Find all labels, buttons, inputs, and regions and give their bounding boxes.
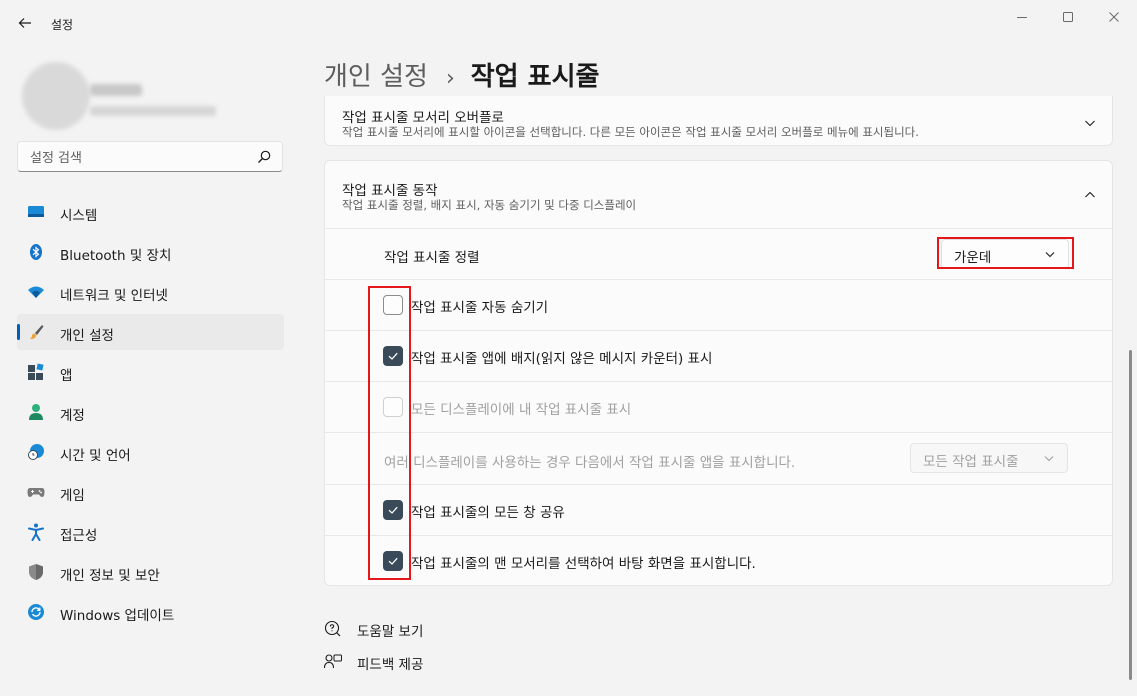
sidebar-item-time-language[interactable]: 시간 및 언어	[17, 434, 284, 470]
gamepad-icon	[27, 483, 45, 501]
main-content: 개인 설정 › 작업 표시줄 작업 표시줄 모서리 오버플로 작업 표시줄 모서…	[324, 48, 1113, 696]
breadcrumb-parent[interactable]: 개인 설정	[324, 56, 428, 93]
user-profile[interactable]	[22, 62, 282, 134]
title-bar: 설정	[0, 0, 1137, 48]
back-button[interactable]	[14, 12, 36, 34]
sidebar-item-personalization[interactable]: 개인 설정	[17, 314, 284, 350]
sidebar-item-label: 접근성	[60, 528, 98, 544]
sidebar-item-bluetooth[interactable]: Bluetooth 및 장치	[17, 234, 284, 270]
sidebar-item-system[interactable]: 시스템	[17, 194, 284, 230]
minimize-button[interactable]	[999, 6, 1045, 28]
share-windows-row: 작업 표시줄의 모든 창 공유	[325, 484, 1112, 535]
maximize-icon	[1063, 12, 1073, 22]
highlight-box-checkboxes	[368, 286, 411, 580]
sidebar: 시스템 Bluetooth 및 장치 네트워크 및 인터넷 개인 설정 앱	[0, 48, 300, 696]
sidebar-item-windows-update[interactable]: Windows 업데이트	[17, 594, 284, 630]
multi-display-dropdown[interactable]: 모든 작업 표시줄	[910, 443, 1068, 473]
highlight-box-dropdown	[937, 237, 1074, 269]
chevron-up-icon[interactable]	[1082, 187, 1098, 203]
alignment-label: 작업 표시줄 정렬	[384, 250, 480, 266]
feedback-icon	[324, 654, 342, 669]
brush-icon	[27, 323, 45, 341]
sidebar-item-accessibility[interactable]: 접근성	[17, 514, 284, 550]
help-label[interactable]: 도움말 보기	[357, 620, 423, 640]
sidebar-item-apps[interactable]: 앱	[17, 354, 284, 390]
card-header[interactable]: 작업 표시줄 동작 작업 표시줄 정렬, 배지 표시, 자동 숨기기 및 다중 …	[325, 161, 1112, 228]
sidebar-item-label: 앱	[60, 368, 73, 384]
auto-hide-row: 작업 표시줄 자동 숨기기	[325, 279, 1112, 330]
scrollbar[interactable]	[1129, 350, 1132, 680]
accessibility-icon	[27, 523, 45, 541]
sidebar-item-label: 게임	[60, 488, 85, 504]
search-input[interactable]	[28, 147, 252, 169]
apps-icon	[27, 363, 45, 381]
monitor-icon	[27, 203, 45, 221]
feedback-label[interactable]: 피드백 제공	[357, 653, 423, 673]
app-title: 설정	[51, 18, 74, 32]
back-arrow-icon	[18, 18, 31, 28]
sidebar-item-label: 네트워크 및 인터넷	[60, 288, 168, 304]
update-icon	[27, 603, 45, 621]
card-description: 작업 표시줄 모서리에 표시할 아이콘을 선택합니다. 다른 모든 아이콘은 작…	[342, 125, 919, 139]
badges-label[interactable]: 작업 표시줄 앱에 배지(읽지 않은 메시지 카운터) 표시	[411, 347, 712, 367]
sidebar-item-label: Bluetooth 및 장치	[60, 248, 172, 264]
shield-icon	[27, 563, 45, 581]
nav-list: 시스템 Bluetooth 및 장치 네트워크 및 인터넷 개인 설정 앱 계정…	[17, 194, 284, 634]
sidebar-item-label: 시스템	[60, 208, 98, 224]
dropdown-value: 모든 작업 표시줄	[923, 454, 1019, 470]
card-description: 작업 표시줄 정렬, 배지 표시, 자동 숨기기 및 다중 디스플레이	[342, 198, 637, 212]
maximize-button[interactable]	[1045, 6, 1091, 28]
badges-row: 작업 표시줄 앱에 배지(읽지 않은 메시지 카운터) 표시	[325, 330, 1112, 381]
person-icon	[27, 403, 45, 421]
share-windows-label[interactable]: 작업 표시줄의 모든 창 공유	[411, 501, 565, 521]
breadcrumb: 개인 설정 › 작업 표시줄	[324, 56, 599, 96]
avatar	[22, 62, 90, 130]
user-email-blurred	[90, 106, 216, 116]
sidebar-item-accounts[interactable]: 계정	[17, 394, 284, 430]
all-displays-row: 모든 디스플레이에 내 작업 표시줄 표시	[325, 381, 1112, 432]
search-icon[interactable]	[256, 149, 272, 165]
sidebar-item-gaming[interactable]: 게임	[17, 474, 284, 510]
page-title: 작업 표시줄	[470, 62, 600, 92]
search-box	[17, 141, 283, 172]
breadcrumb-separator: ›	[445, 66, 455, 91]
taskbar-overflow-card[interactable]: 작업 표시줄 모서리 오버플로 작업 표시줄 모서리에 표시할 아이콘을 선택합…	[324, 96, 1113, 146]
sidebar-item-network[interactable]: 네트워크 및 인터넷	[17, 274, 284, 310]
sidebar-item-privacy-security[interactable]: 개인 정보 및 보안	[17, 554, 284, 590]
bluetooth-icon	[27, 243, 45, 261]
help-icon	[324, 620, 341, 637]
multi-display-label: 여러 디스플레이를 사용하는 경우 다음에서 작업 표시줄 앱을 표시합니다.	[384, 455, 796, 471]
corner-desktop-label[interactable]: 작업 표시줄의 맨 모서리를 선택하여 바탕 화면을 표시합니다.	[411, 552, 756, 572]
taskbar-behavior-card: 작업 표시줄 동작 작업 표시줄 정렬, 배지 표시, 자동 숨기기 및 다중 …	[324, 160, 1113, 586]
sidebar-item-label: 시간 및 언어	[60, 448, 131, 464]
auto-hide-label[interactable]: 작업 표시줄 자동 숨기기	[411, 296, 548, 316]
card-title: 작업 표시줄 동작	[342, 183, 438, 199]
sidebar-item-label: 개인 설정	[60, 328, 114, 344]
globe-clock-icon	[27, 443, 45, 461]
user-name-blurred	[90, 84, 142, 96]
multi-display-row: 여러 디스플레이를 사용하는 경우 다음에서 작업 표시줄 앱을 표시합니다. …	[325, 432, 1112, 484]
all-displays-label[interactable]: 모든 디스플레이에 내 작업 표시줄 표시	[411, 398, 631, 418]
close-icon	[1109, 12, 1119, 22]
card-title: 작업 표시줄 모서리 오버플로	[342, 110, 504, 126]
minimize-icon	[1017, 17, 1027, 18]
wifi-icon	[27, 283, 45, 301]
sidebar-item-label: 계정	[60, 408, 85, 424]
sidebar-item-label: Windows 업데이트	[60, 608, 175, 624]
chevron-down-icon[interactable]	[1082, 115, 1098, 131]
corner-desktop-row: 작업 표시줄의 맨 모서리를 선택하여 바탕 화면을 표시합니다.	[325, 535, 1112, 585]
sidebar-item-label: 개인 정보 및 보안	[60, 568, 160, 584]
close-button[interactable]	[1091, 6, 1137, 28]
chevron-down-icon	[1044, 456, 1054, 462]
